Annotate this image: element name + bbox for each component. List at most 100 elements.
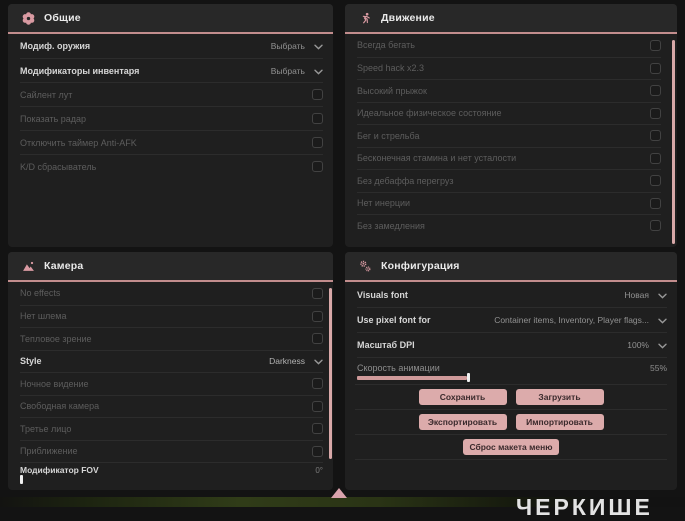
perfect-condition-checkbox[interactable] [650, 107, 661, 119]
import-button[interactable]: Импортировать [515, 413, 604, 431]
gears-icon [359, 260, 372, 273]
row-animation-speed: Скорость анимации 55% [357, 357, 667, 384]
row-label: Приближение [20, 446, 78, 457]
row-label: Модификаторы инвентаря [20, 65, 140, 76]
run-and-shoot-checkbox[interactable] [650, 130, 661, 142]
row-inventory-mods: Модификаторы инвентаря Выбрать [20, 58, 323, 82]
dropdown-value: Выбрать [270, 65, 305, 76]
row-label: Бег и стрельба [357, 130, 420, 141]
thermal-vision-checkbox[interactable] [312, 333, 323, 345]
no-overload-debuff-checkbox[interactable] [650, 175, 661, 187]
animation-speed-slider-handle[interactable] [467, 373, 470, 382]
fov-value: 0° [315, 465, 323, 475]
panel-title-camera: Камера [44, 260, 84, 272]
row-pixel-font: Use pixel font for Container items, Inve… [357, 307, 667, 332]
row-label: Сайлент лут [20, 89, 73, 100]
row-label: Speed hack x2.3 [357, 63, 425, 74]
row-night-vision: Ночное видение [20, 372, 323, 395]
camera-scrollbar[interactable] [329, 288, 332, 459]
row-always-run: Всегда бегать [357, 34, 661, 57]
kd-reset-checkbox[interactable] [312, 161, 323, 172]
free-camera-checkbox[interactable] [312, 400, 323, 412]
style-dropdown[interactable]: Darkness [269, 352, 323, 370]
row-run-and-shoot: Бег и стрельба [357, 124, 661, 147]
always-run-checkbox[interactable] [650, 39, 661, 51]
export-button[interactable]: Экспортировать [418, 413, 507, 431]
runner-icon [359, 12, 372, 25]
mountain-icon [22, 260, 35, 273]
row-label: Бесконечная стамина и нет усталости [357, 153, 517, 164]
fov-slider-handle[interactable] [20, 475, 23, 484]
speed-hack-checkbox[interactable] [650, 62, 661, 74]
save-button[interactable]: Сохранить [418, 388, 507, 406]
infinite-stamina-checkbox[interactable] [650, 152, 661, 164]
row-show-radar: Показать радар [20, 106, 323, 130]
row-no-inertia: Нет инерции [357, 191, 661, 215]
high-jump-checkbox[interactable] [650, 85, 661, 97]
panel-title-movement: Движение [381, 12, 435, 24]
no-effects-checkbox[interactable] [312, 287, 323, 299]
row-weapon-mod: Модиф. оружия Выбрать [20, 34, 323, 58]
panel-title-general: Общие [44, 12, 81, 24]
panel-movement-header: Движение [345, 4, 677, 34]
show-radar-checkbox[interactable] [312, 113, 323, 124]
dropdown-value: Новая [624, 289, 649, 300]
row-label: No effects [20, 288, 61, 299]
row-label: Нет шлема [20, 311, 67, 322]
pixel-font-dropdown[interactable]: Container items, Inventory, Player flags… [494, 311, 667, 329]
row-label: Visuals font [357, 289, 408, 300]
animation-speed-value: 55% [649, 362, 667, 373]
row-anti-afk: Отключить таймер Anti-AFK [20, 130, 323, 154]
row-label: Модиф. оружия [20, 41, 91, 51]
row-kd-reset: K/D сбрасыватель [20, 154, 323, 178]
inventory-mods-dropdown[interactable]: Выбрать [271, 62, 323, 80]
panel-config: Конфигурация Visuals font Новая Use pixe… [345, 252, 677, 490]
config-buttons-row-3: Сброс макета меню [355, 434, 667, 459]
row-label: Тепловое зрение [20, 333, 92, 344]
animation-speed-label: Скорость анимации [357, 362, 440, 373]
row-speed-hack: Speed hack x2.3 [357, 56, 661, 80]
row-label: Style [20, 356, 42, 367]
dpi-scale-dropdown[interactable]: 100% [627, 336, 667, 354]
no-helmet-checkbox[interactable] [312, 310, 323, 322]
zoom-checkbox[interactable] [312, 445, 323, 457]
config-bottom-separator [355, 459, 667, 460]
panel-general-header: Общие [8, 4, 333, 34]
chevron-down-icon [658, 336, 667, 354]
row-dpi-scale: Масштаб DPI 100% [357, 332, 667, 357]
row-thermal-vision: Тепловое зрение [20, 327, 323, 350]
row-third-person: Третье лицо [20, 417, 323, 440]
row-no-overload-debuff: Без дебаффа перегруз [357, 169, 661, 192]
third-person-checkbox[interactable] [312, 423, 323, 435]
chevron-down-icon [658, 286, 667, 304]
fov-slider[interactable] [20, 475, 323, 484]
row-style: Style Darkness [20, 349, 323, 373]
panel-title-config: Конфигурация [381, 260, 460, 272]
load-button[interactable]: Загрузить [515, 388, 604, 406]
anti-afk-checkbox[interactable] [312, 137, 323, 148]
cursor-pointer-icon [331, 488, 347, 498]
chevron-down-icon [658, 311, 667, 329]
movement-scrollbar[interactable] [672, 40, 675, 244]
animation-speed-slider[interactable] [357, 373, 667, 382]
row-label: Третье лицо [20, 423, 72, 434]
chevron-down-icon [314, 352, 323, 370]
silent-loot-checkbox[interactable] [312, 89, 323, 100]
row-label: Отключить таймер Anti-AFK [20, 137, 137, 148]
no-slowdown-checkbox[interactable] [650, 220, 661, 232]
reset-menu-layout-button[interactable]: Сброс макета меню [463, 438, 559, 456]
background-watermark-text: ЧЕРКИШЕ [516, 494, 653, 520]
night-vision-checkbox[interactable] [312, 378, 323, 390]
config-buttons-row-1: Сохранить Загрузить [355, 384, 667, 409]
fov-label: Модификатор FOV [20, 465, 99, 475]
row-label: Свободная камера [20, 401, 100, 412]
no-inertia-checkbox[interactable] [650, 197, 661, 209]
row-label: Масштаб DPI [357, 340, 415, 350]
row-label: Use pixel font for [357, 315, 431, 325]
panel-camera-header: Камера [8, 252, 333, 282]
row-label: Всегда бегать [357, 40, 415, 51]
visuals-font-dropdown[interactable]: Новая [624, 286, 667, 304]
weapon-mod-dropdown[interactable]: Выбрать [271, 37, 323, 55]
row-fov-modifier: Модификатор FOV 0° [20, 462, 323, 484]
row-perfect-condition: Идеальное физическое состояние [357, 101, 661, 125]
